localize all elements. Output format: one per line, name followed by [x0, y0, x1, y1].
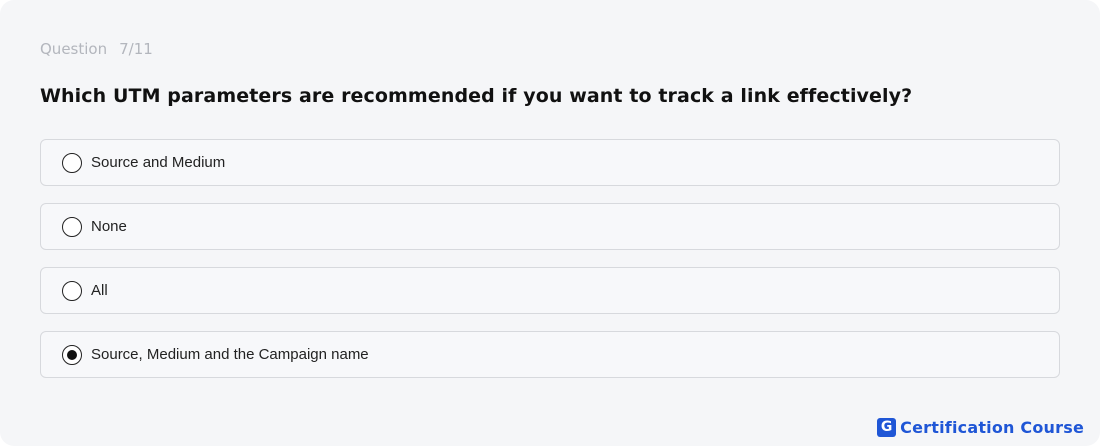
- radio-button[interactable]: [62, 152, 82, 173]
- answer-options: Source and Medium None All Source, Mediu…: [40, 139, 1060, 378]
- radio-button[interactable]: [62, 280, 82, 301]
- question-meta: Question 7/11: [40, 40, 153, 58]
- radio-button[interactable]: [62, 344, 82, 365]
- answer-option-label: None: [91, 218, 127, 235]
- question-text: Which UTM parameters are recommended if …: [40, 85, 913, 107]
- question-progress: 7/11: [119, 40, 153, 58]
- answer-option[interactable]: None: [40, 203, 1060, 250]
- answer-option-label: Source, Medium and the Campaign name: [91, 346, 369, 363]
- answer-option-label: All: [91, 282, 108, 299]
- answer-option-label: Source and Medium: [91, 154, 226, 171]
- brand-watermark: G Certification Course: [877, 418, 1084, 437]
- answer-option[interactable]: Source and Medium: [40, 139, 1060, 186]
- quiz-card: Question 7/11 Which UTM parameters are r…: [0, 0, 1100, 446]
- radio-button[interactable]: [62, 216, 82, 237]
- answer-option[interactable]: All: [40, 267, 1060, 314]
- brand-logo-icon: G: [877, 418, 897, 437]
- brand-name: Certification Course: [900, 418, 1084, 437]
- question-label: Question: [40, 40, 108, 58]
- answer-option[interactable]: Source, Medium and the Campaign name: [40, 331, 1060, 378]
